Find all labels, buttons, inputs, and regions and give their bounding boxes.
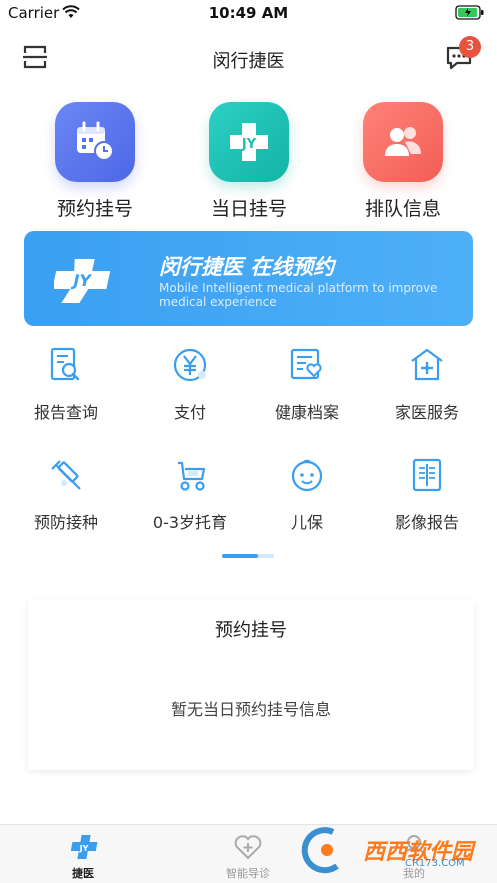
grid-label: 报告查询	[33, 403, 98, 422]
watermark-url: CR173.COM	[405, 858, 465, 869]
grid-label: 0-3岁托育	[152, 513, 228, 532]
grid-item-health-record[interactable]: 健康档案	[245, 345, 369, 423]
grid-item-child-health[interactable]: 儿保	[245, 455, 369, 533]
stroller-icon	[178, 461, 206, 491]
top-services: 预约挂号 JY 当日挂号 排队信息	[0, 98, 497, 223]
tab-label: 捷医	[72, 867, 94, 880]
tab-home[interactable]: JY 捷医	[23, 833, 143, 881]
empty-state-text: 暂无当日预约挂号信息	[170, 700, 331, 719]
report-search-icon	[50, 347, 80, 381]
grid-item-report[interactable]: 报告查询	[4, 345, 128, 423]
nav-bar: 闵行捷医	[0, 30, 497, 86]
banner-subtitle: Mobile Intelligent medical platform to i…	[159, 281, 438, 309]
clock: 10:49 AM	[208, 4, 289, 22]
svg-text:JY: JY	[241, 137, 257, 152]
home-plus-icon	[411, 348, 443, 381]
page-indicator[interactable]	[222, 554, 274, 558]
service-appointment-label: 预约挂号	[56, 198, 133, 220]
tab-smart-guide[interactable]: 智能导诊	[188, 833, 308, 881]
grid-label: 影像报告	[394, 513, 459, 532]
grid-item-family-doctor[interactable]: 家医服务	[365, 345, 489, 423]
grid-item-pay[interactable]: 支付	[128, 345, 252, 423]
card-title: 预约挂号	[215, 620, 287, 641]
grid-item-vaccination[interactable]: 预防接种	[4, 455, 128, 533]
health-record-icon	[290, 348, 322, 380]
service-same-day[interactable]: JY 当日挂号	[184, 98, 314, 221]
banner-title: 闵行捷医 在线预约	[159, 255, 335, 279]
grid-item-childcare[interactable]: 0-3岁托育	[128, 455, 252, 533]
service-queue[interactable]: 排队信息	[338, 98, 468, 221]
jy-cross-icon: JY	[70, 835, 98, 859]
users-icon	[363, 102, 443, 182]
appointment-card: 预约挂号 暂无当日预约挂号信息	[28, 600, 474, 770]
grid-label: 预防接种	[33, 513, 98, 532]
grid-label: 儿保	[290, 513, 323, 532]
calendar-clock-icon	[55, 102, 135, 182]
watermark: 西西软件园 CR173.COM	[293, 826, 489, 876]
battery-icon	[455, 5, 485, 20]
service-appointment[interactable]: 预约挂号	[30, 98, 160, 221]
grid-label: 支付	[173, 403, 206, 422]
page-title: 闵行捷医	[212, 51, 285, 72]
service-same-day-label: 当日挂号	[210, 198, 287, 220]
watermark-logo	[301, 827, 339, 874]
promo-banner[interactable]: JY 闵行捷医 在线预约 Mobile Intelligent medical …	[24, 231, 473, 326]
jy-logo: JY	[52, 253, 134, 313]
status-bar: Carrier 10:49 AM	[0, 0, 497, 26]
yuan-coin-icon	[173, 348, 207, 382]
service-queue-label: 排队信息	[364, 198, 441, 220]
message-badge: 3	[459, 36, 481, 58]
grid-label: 家医服务	[394, 403, 459, 422]
tab-label: 智能导诊	[226, 867, 270, 880]
grid-label: 健康档案	[274, 403, 339, 422]
syringe-icon	[51, 460, 81, 490]
xray-icon	[412, 458, 442, 492]
jy-cross-icon: JY	[209, 102, 289, 182]
page-indicator-active	[222, 554, 258, 558]
grid-item-imaging-report[interactable]: 影像报告	[365, 455, 489, 533]
heart-plus-icon	[234, 835, 262, 860]
svg-text:JY: JY	[79, 844, 89, 853]
baby-face-icon	[291, 459, 323, 492]
